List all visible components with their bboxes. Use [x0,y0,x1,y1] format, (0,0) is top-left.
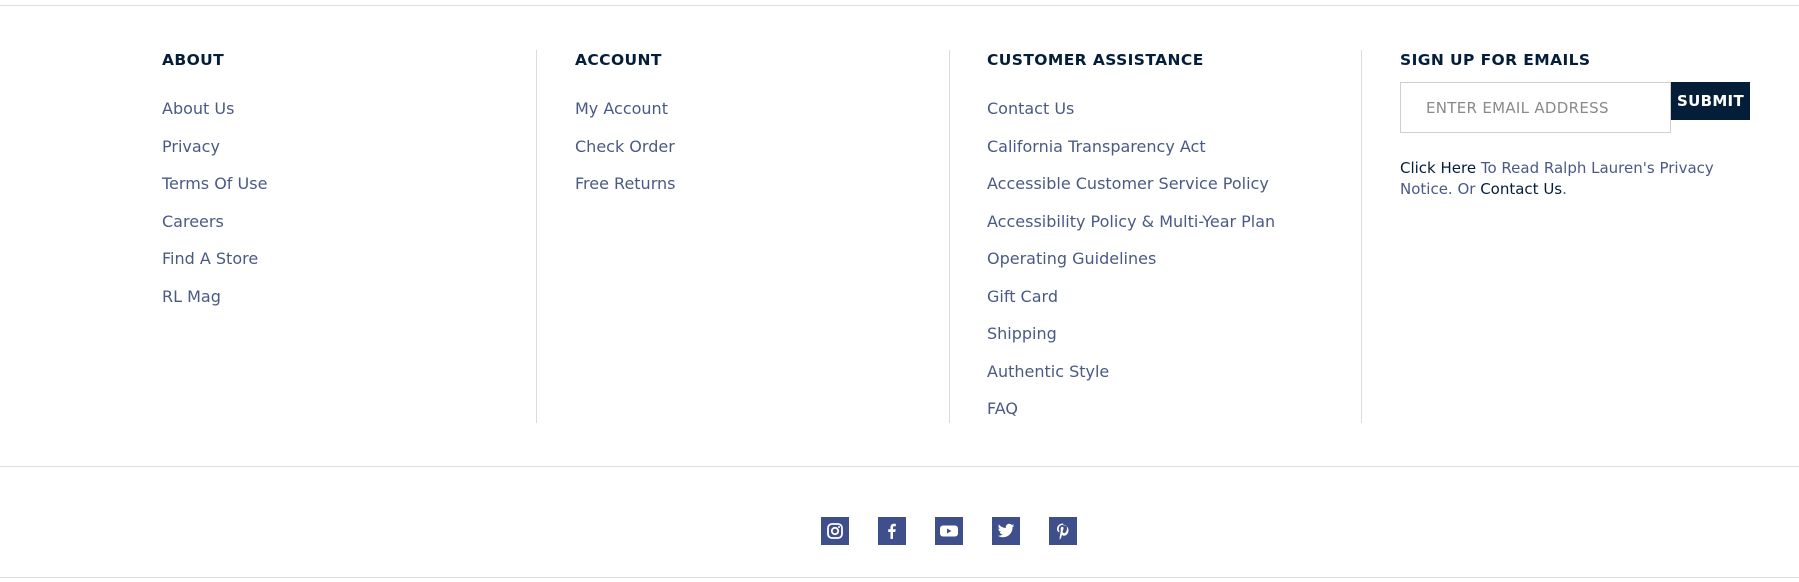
column-divider [1361,50,1362,423]
check-order-link[interactable]: Check Order [575,137,675,156]
gift-card-link[interactable]: Gift Card [987,287,1058,306]
twitter-icon[interactable] [992,517,1020,545]
pinterest-icon[interactable] [1049,517,1077,545]
california-transparency-link[interactable]: California Transparency Act [987,137,1206,156]
rl-mag-link[interactable]: RL Mag [162,287,221,306]
facebook-icon[interactable] [878,517,906,545]
email-signup-form: SUBMIT [1400,82,1750,133]
account-heading: ACCOUNT [575,51,662,69]
free-returns-link[interactable]: Free Returns [575,174,675,193]
list-item: Operating Guidelines [987,249,1275,287]
shipping-link[interactable]: Shipping [987,324,1057,343]
list-item: My Account [575,99,675,137]
list-item: Shipping [987,324,1275,362]
list-item: Gift Card [987,287,1275,325]
accessible-service-policy-link[interactable]: Accessible Customer Service Policy [987,174,1269,193]
customer-assistance-links: Contact Us California Transparency Act A… [987,99,1275,437]
list-item: Contact Us [987,99,1275,137]
list-item: Terms Of Use [162,174,267,212]
privacy-click-here-link[interactable]: Click Here [1400,159,1476,177]
list-item: Check Order [575,137,675,175]
list-item: Privacy [162,137,267,175]
list-item: Find A Store [162,249,267,287]
account-links: My Account Check Order Free Returns [575,99,675,212]
list-item: FAQ [987,399,1275,437]
list-item: Careers [162,212,267,250]
email-field[interactable] [1400,82,1671,133]
social-links [821,517,1077,545]
privacy-contact-us-link[interactable]: Contact Us [1480,180,1562,198]
list-item: Accessible Customer Service Policy [987,174,1275,212]
signup-heading: SIGN UP FOR EMAILS [1400,51,1591,69]
list-item: Authentic Style [987,362,1275,400]
about-column: ABOUT About Us Privacy Terms Of Use Care… [162,50,267,324]
email-signup-column: SIGN UP FOR EMAILS SUBMIT Click Here To … [1400,50,1750,200]
list-item: Free Returns [575,174,675,212]
column-divider [949,50,950,423]
list-item: Accessibility Policy & Multi-Year Plan [987,212,1275,250]
list-item: RL Mag [162,287,267,325]
privacy-notice: Click Here To Read Ralph Lauren's Privac… [1400,158,1745,200]
column-divider [536,50,537,423]
terms-of-use-link[interactable]: Terms Of Use [162,174,267,193]
account-column: ACCOUNT My Account Check Order Free Retu… [575,50,675,212]
operating-guidelines-link[interactable]: Operating Guidelines [987,249,1156,268]
careers-link[interactable]: Careers [162,212,224,231]
youtube-icon[interactable] [935,517,963,545]
faq-link[interactable]: FAQ [987,399,1018,418]
list-item: About Us [162,99,267,137]
section-divider [0,466,1799,467]
bottom-divider [0,577,1799,578]
accessibility-plan-link[interactable]: Accessibility Policy & Multi-Year Plan [987,212,1275,231]
customer-assistance-heading: CUSTOMER ASSISTANCE [987,51,1204,69]
authentic-style-link[interactable]: Authentic Style [987,362,1109,381]
list-item: California Transparency Act [987,137,1275,175]
top-divider [0,5,1799,6]
submit-button[interactable]: SUBMIT [1671,82,1750,120]
about-us-link[interactable]: About Us [162,99,234,118]
find-a-store-link[interactable]: Find A Store [162,249,258,268]
customer-assistance-column: CUSTOMER ASSISTANCE Contact Us Californi… [987,50,1275,437]
about-heading: ABOUT [162,51,225,69]
about-links: About Us Privacy Terms Of Use Careers Fi… [162,99,267,324]
instagram-icon[interactable] [821,517,849,545]
privacy-notice-end: . [1562,180,1567,198]
privacy-link[interactable]: Privacy [162,137,220,156]
my-account-link[interactable]: My Account [575,99,668,118]
contact-us-link[interactable]: Contact Us [987,99,1074,118]
